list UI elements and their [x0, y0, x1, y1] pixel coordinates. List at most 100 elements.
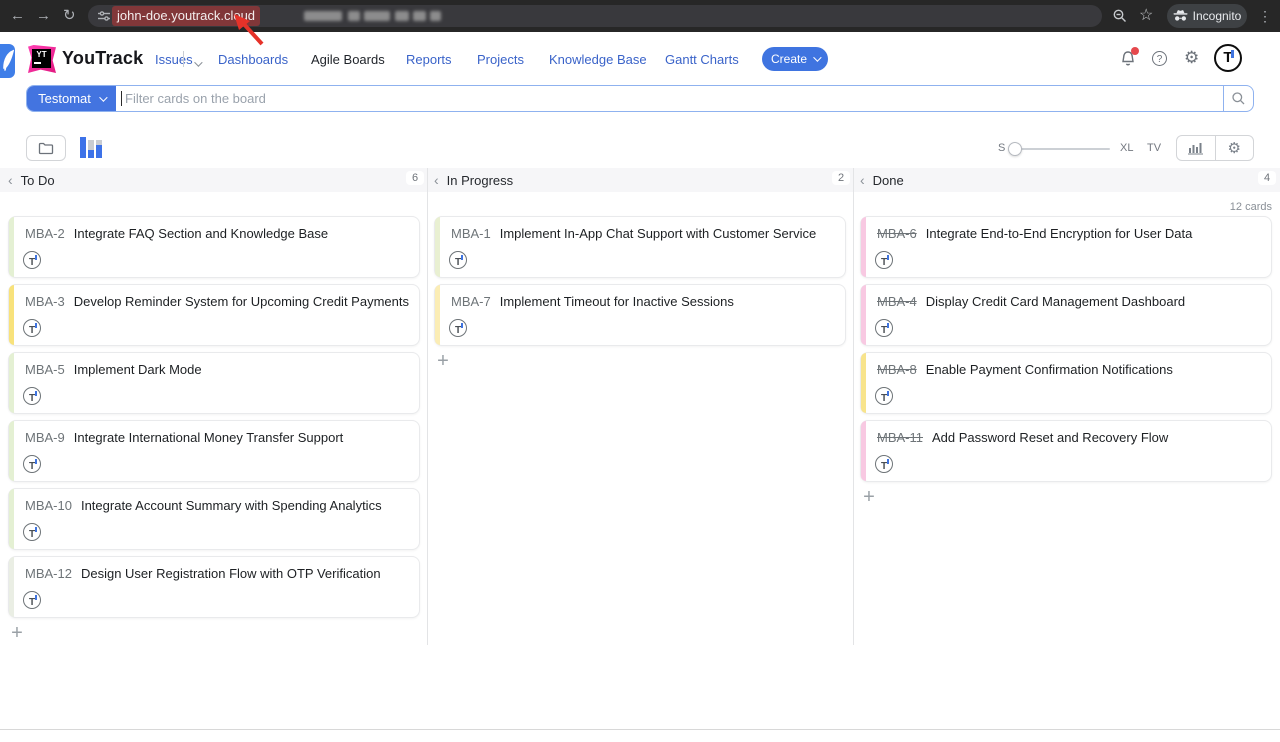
browser-menu-icon[interactable]: ⋮: [1258, 0, 1272, 32]
nav-issues[interactable]: Issues: [155, 52, 193, 67]
card-title[interactable]: Integrate Account Summary with Spending …: [81, 498, 382, 513]
column-count: 4: [1258, 171, 1276, 185]
card-id[interactable]: MBA-10: [25, 498, 72, 513]
card-title[interactable]: Add Password Reset and Recovery Flow: [932, 430, 1168, 445]
total-cards-label: 12 cards: [1150, 201, 1272, 213]
settings-gear-icon[interactable]: ⚙: [1184, 48, 1199, 68]
browser-zoom-icon[interactable]: [1112, 0, 1128, 32]
card-id[interactable]: MBA-7: [451, 294, 491, 309]
card[interactable]: MBA-9 Integrate International Money Trans…: [8, 420, 420, 482]
assignee-avatar[interactable]: T: [23, 523, 41, 541]
card[interactable]: MBA-8 Enable Payment Confirmation Notific…: [860, 352, 1272, 414]
nav-agile-boards[interactable]: Agile Boards: [311, 52, 385, 67]
card-title[interactable]: Integrate End-to-End Encryption for User…: [926, 226, 1193, 241]
card[interactable]: MBA-2 Integrate FAQ Section and Knowledge…: [8, 216, 420, 278]
card-id[interactable]: MBA-5: [25, 362, 65, 377]
youtrack-logo-icon[interactable]: YT: [28, 45, 56, 73]
card[interactable]: MBA-5 Implement Dark Mode T: [8, 352, 420, 414]
column-header-in-progress[interactable]: ‹ In Progress 2: [434, 168, 846, 192]
assignee-avatar[interactable]: T: [23, 387, 41, 405]
assignee-avatar[interactable]: T: [875, 387, 893, 405]
add-card-button[interactable]: +: [434, 352, 452, 370]
user-avatar[interactable]: T: [1214, 44, 1242, 72]
site-settings-icon[interactable]: [96, 8, 112, 24]
card-title[interactable]: Implement Dark Mode: [74, 362, 202, 377]
browser-address-bar[interactable]: john-doe.youtrack.cloud: [88, 5, 1102, 27]
card-title[interactable]: Integrate International Money Transfer S…: [74, 430, 344, 445]
slider-knob[interactable]: [1008, 142, 1022, 156]
assignee-avatar[interactable]: T: [23, 455, 41, 473]
assignee-avatar[interactable]: T: [875, 319, 893, 337]
card-id[interactable]: MBA-1: [451, 226, 491, 241]
card[interactable]: MBA-10 Integrate Account Summary with Spe…: [8, 488, 420, 550]
filter-input[interactable]: Filter cards on the board: [116, 86, 1223, 111]
bookmark-star-icon[interactable]: ☆: [1139, 0, 1153, 32]
histogram-icon: [1188, 141, 1204, 155]
nav-dashboards[interactable]: Dashboards: [218, 52, 288, 67]
card-title[interactable]: Display Credit Card Management Dashboard: [926, 294, 1185, 309]
card[interactable]: MBA-12 Design User Registration Flow with…: [8, 556, 420, 618]
browser-toolbar: ← → ↻ john-doe.youtrack.cloud ☆ Incognit…: [0, 0, 1280, 32]
help-icon[interactable]: ?: [1152, 51, 1167, 66]
assignee-avatar[interactable]: T: [23, 251, 41, 269]
card-title[interactable]: Develop Reminder System for Upcoming Cre…: [74, 294, 409, 309]
card-id[interactable]: MBA-12: [25, 566, 72, 581]
search-icon: [1231, 91, 1246, 106]
notifications-bell-icon[interactable]: [1119, 50, 1137, 68]
card-size-max-label: XL: [1120, 142, 1133, 154]
assignee-avatar[interactable]: T: [23, 591, 41, 609]
column-chart-toggle-icon[interactable]: [80, 136, 104, 158]
assignee-avatar[interactable]: T: [449, 251, 467, 269]
column-header-done[interactable]: ‹ Done 4: [860, 168, 1272, 192]
card[interactable]: MBA-7 Implement Timeout for Inactive Sess…: [434, 284, 846, 346]
card-id[interactable]: MBA-3: [25, 294, 65, 309]
board-selector-button[interactable]: Testomat: [27, 86, 116, 111]
column-in-progress: MBA-1 Implement In-App Chat Support with …: [434, 216, 846, 370]
collapse-column-icon[interactable]: ‹: [860, 172, 865, 188]
browser-back-button[interactable]: ←: [10, 0, 25, 32]
card[interactable]: MBA-3 Develop Reminder System for Upcomin…: [8, 284, 420, 346]
card[interactable]: MBA-6 Integrate End-to-End Encryption for…: [860, 216, 1272, 278]
card-title[interactable]: Design User Registration Flow with OTP V…: [81, 566, 381, 581]
assignee-avatar[interactable]: T: [449, 319, 467, 337]
browser-reload-button[interactable]: ↻: [63, 0, 76, 32]
youtrack-logo-text[interactable]: YouTrack: [62, 48, 143, 69]
assignee-avatar[interactable]: T: [875, 455, 893, 473]
card[interactable]: MBA-4 Display Credit Card Management Dash…: [860, 284, 1272, 346]
card[interactable]: MBA-11 Add Password Reset and Recovery Fl…: [860, 420, 1272, 482]
nav-reports[interactable]: Reports: [406, 52, 452, 67]
board-settings-button[interactable]: ⚙: [1215, 136, 1254, 160]
column-header-todo[interactable]: ‹ To Do 6: [8, 168, 420, 192]
card-id[interactable]: MBA-4: [877, 294, 917, 309]
create-button[interactable]: Create: [762, 47, 828, 71]
issues-dropdown-chevron-icon[interactable]: [190, 54, 200, 72]
card-id[interactable]: MBA-6: [877, 226, 917, 241]
collapse-column-icon[interactable]: ‹: [434, 172, 439, 188]
card-id[interactable]: MBA-2: [25, 226, 65, 241]
nav-knowledge-base[interactable]: Knowledge Base: [549, 52, 647, 67]
card-title[interactable]: Implement In-App Chat Support with Custo…: [500, 226, 816, 241]
chart-view-button[interactable]: [1177, 136, 1215, 160]
card-title[interactable]: Enable Payment Confirmation Notification…: [926, 362, 1173, 377]
nav-gantt-charts[interactable]: Gantt Charts: [665, 52, 739, 67]
assignee-avatar[interactable]: T: [875, 251, 893, 269]
browser-forward-button[interactable]: →: [36, 0, 51, 32]
search-button[interactable]: [1223, 86, 1253, 111]
collapse-column-icon[interactable]: ‹: [8, 172, 13, 188]
card[interactable]: MBA-1 Implement In-App Chat Support with …: [434, 216, 846, 278]
assignee-avatar[interactable]: T: [23, 319, 41, 337]
card-size-slider[interactable]: [1010, 148, 1110, 150]
card-title[interactable]: Implement Timeout for Inactive Sessions: [500, 294, 734, 309]
add-card-button[interactable]: +: [8, 624, 26, 642]
backlog-folder-button[interactable]: [26, 135, 66, 161]
card-id[interactable]: MBA-8: [877, 362, 917, 377]
add-card-button[interactable]: +: [860, 488, 878, 506]
nav-projects[interactable]: Projects: [477, 52, 524, 67]
card-id[interactable]: MBA-11: [877, 430, 923, 445]
feather-extension-icon[interactable]: [0, 44, 15, 78]
tv-mode-button[interactable]: TV: [1147, 142, 1161, 154]
card-id[interactable]: MBA-9: [25, 430, 65, 445]
url-text[interactable]: john-doe.youtrack.cloud: [112, 6, 260, 26]
card-title[interactable]: Integrate FAQ Section and Knowledge Base: [74, 226, 328, 241]
card-priority-strip: [861, 353, 866, 413]
